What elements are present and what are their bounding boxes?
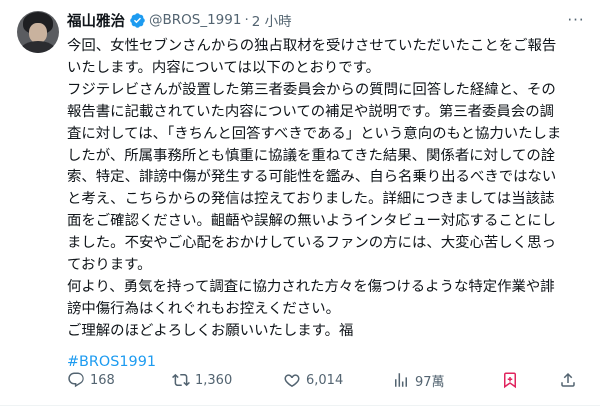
verified-badge-icon bbox=[129, 12, 146, 29]
views-count: 97萬 bbox=[415, 374, 445, 390]
author-name[interactable]: 福山雅治 bbox=[67, 10, 125, 31]
tweet-content: 福山雅治 @BROS_1991 · 2 小時 ··· 今回、女性セブンさんからの… bbox=[67, 10, 587, 370]
tweet-text-line: いたします。内容については以下のとおりです。 bbox=[67, 59, 380, 76]
tweet-actions: 168 1,360 6,014 97萬 bbox=[67, 369, 577, 391]
views-bar-chart-icon bbox=[395, 373, 407, 387]
author-handle[interactable]: @BROS_1991 bbox=[149, 12, 241, 28]
bookmark-button[interactable] bbox=[501, 369, 519, 391]
avatar-face bbox=[29, 23, 47, 43]
avatar[interactable] bbox=[17, 11, 59, 53]
tweet-timestamp[interactable]: 2 小時 bbox=[252, 10, 292, 30]
share-icon bbox=[561, 372, 575, 387]
reply-count: 168 bbox=[90, 372, 115, 388]
tweet-body: 今回、女性セブンさんからの独占取材を受けさせていただいたことをご報告 いたします。… bbox=[67, 36, 587, 343]
like-count: 6,014 bbox=[306, 372, 344, 388]
tweet-header: 福山雅治 @BROS_1991 · 2 小時 bbox=[67, 10, 587, 30]
tweet-text-line: 報告書に記載されていた内容についての補足や説明です。第三者委員会の調 bbox=[67, 103, 554, 120]
tweet[interactable]: 福山雅治 @BROS_1991 · 2 小時 ··· 今回、女性セブンさんからの… bbox=[0, 0, 600, 406]
share-button[interactable] bbox=[559, 369, 577, 391]
tweet-text-line: 何より、勇気を持って調査に協力された方々を傷つけるような特定作業や誹 bbox=[67, 278, 555, 295]
tweet-text-line: 査に対しては、「きちんと回答すべきである」という意向のもと協力いたしま bbox=[67, 125, 562, 142]
heart-icon bbox=[284, 374, 300, 387]
tweet-text-line: と考え、こちらからの発信は控えておりました。詳細につきましては当該誌 bbox=[67, 191, 555, 208]
bookmark-icon bbox=[504, 372, 516, 389]
tweet-text-line: 謗中傷行為はくれぐれもお控えください。 bbox=[67, 300, 340, 317]
retweet-icon bbox=[172, 373, 190, 387]
more-options-button[interactable]: ··· bbox=[565, 10, 587, 30]
retweet-count: 1,360 bbox=[195, 372, 233, 388]
tweet-text-line: 今回、女性セブンさんからの独占取材を受けさせていただいたことをご報告 bbox=[67, 38, 557, 54]
tweet-text-line: 面をご確認ください。齟齬や誤解の無いようインタビュー対応することにし bbox=[67, 213, 556, 230]
tweet-text-line: ご理解のほどよろしくお願いいたします。福 bbox=[67, 322, 354, 339]
header-separator: · bbox=[244, 12, 249, 28]
tweet-text-line: フジテレビさんが設置した第三者委員会からの質問に回答した経緯と、その bbox=[67, 81, 556, 98]
tweet-text-line: 索、特定、誹謗中傷が発生する可能性を鑑み、自ら名乗り出るべきではない bbox=[67, 169, 557, 186]
avatar-body bbox=[20, 41, 56, 53]
views-button[interactable]: 97萬 bbox=[392, 369, 445, 391]
tweet-text-line: ました。不安やご心配をおかけしているファンの方には、大変心苦しく思っ bbox=[67, 235, 556, 252]
tweet-text-line: したが、所属事務所とも慎重に協議を重ねてきた結果、関係者に対しての詮 bbox=[67, 147, 556, 164]
reply-button[interactable]: 168 bbox=[67, 369, 115, 391]
hashtag-link[interactable]: #BROS1991 bbox=[67, 354, 587, 370]
like-button[interactable]: 6,014 bbox=[283, 369, 343, 391]
tweet-text-line: ております。 bbox=[67, 257, 152, 274]
reply-icon bbox=[68, 372, 84, 388]
retweet-button[interactable]: 1,360 bbox=[172, 369, 232, 391]
